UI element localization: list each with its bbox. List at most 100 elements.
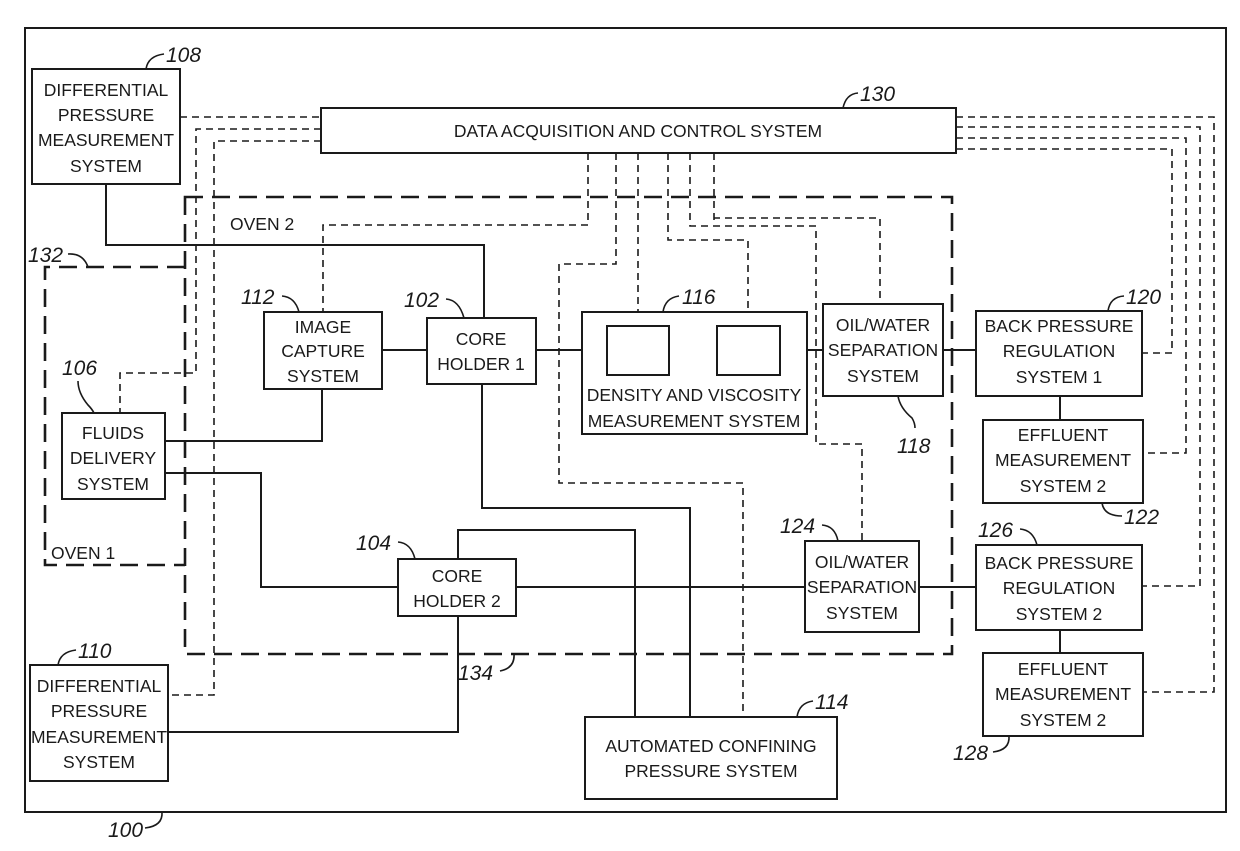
fluids-label-line: DELIVERY [70,448,157,468]
daq-to-image-signal [322,153,589,312]
leader-106 [77,380,95,414]
fluids-to-core2-line [165,472,398,588]
ref-126: 126 [978,519,1013,542]
ref-118: 118 [897,435,931,458]
bpr2-label-line: BACK PRESSURE [985,553,1134,573]
core-holder-2-block: CORE HOLDER 2 [397,558,517,617]
dp1-label-line: SYSTEM [70,156,142,176]
effluent-1-block: EFFLUENT MEASUREMENT SYSTEM 2 [982,419,1144,504]
dp1-label-line: PRESSURE [58,105,154,125]
density-viscosity-block: DENSITY AND VISCOSITY MEASUREMENT SYSTEM [581,311,808,435]
core1-label-line: HOLDER 1 [437,354,525,374]
leader-118 [897,395,916,429]
ref-120: 120 [1126,286,1161,309]
ref-122: 122 [1124,506,1159,529]
back-pressure-2-block: BACK PRESSURE REGULATION SYSTEM 2 [975,544,1143,631]
ref-128: 128 [953,742,988,765]
leader-108 [145,53,165,70]
ref-134: 134 [458,662,493,685]
image-label-line: CAPTURE [281,341,365,361]
bpr2-label-line: SYSTEM 2 [1016,604,1103,624]
bpr2-label-line: REGULATION [1003,578,1115,598]
daq-label: DATA ACQUISITION AND CONTROL SYSTEM [454,121,822,141]
ows2-label-line: SEPARATION [807,577,917,597]
image-label-line: SYSTEM [287,366,359,386]
eff2-label-line: SYSTEM 2 [1020,710,1107,730]
bpr1-label-line: REGULATION [1003,341,1115,361]
acps-label-line: PRESSURE SYSTEM [624,761,797,781]
ref-114: 114 [815,691,848,714]
daq-to-ows1-signal [713,153,881,304]
dp2-label-line: DIFFERENTIAL [37,676,162,696]
image-capture-block: IMAGE CAPTURE SYSTEM [263,311,383,390]
core-holder-1-block: CORE HOLDER 1 [426,317,537,385]
dp1-block: DIFFERENTIAL PRESSURE MEASUREMENT SYSTEM [31,68,181,185]
leader-114 [796,700,814,718]
ows2-label-line: SYSTEM [826,603,898,623]
ref-100: 100 [108,819,143,842]
eff1-label-line: SYSTEM 2 [1020,476,1107,496]
leader-126 [1019,528,1038,546]
core2-to-dp2-line [168,616,459,733]
eff1-label-line: EFFLUENT [1018,425,1109,445]
core-holder-1-box [426,317,537,385]
leader-134 [499,653,515,672]
bpr1-label-line: SYSTEM 1 [1016,367,1103,387]
oil-water-sep-2-block: OIL/WATER SEPARATION SYSTEM [804,540,920,633]
dp2-label-line: PRESSURE [51,701,147,721]
back-pressure-1-block: BACK PRESSURE REGULATION SYSTEM 1 [975,310,1143,397]
system-block-diagram: OVEN 2 OVEN 1 DATA ACQUISITION AND CONTR… [24,27,1227,842]
fluids-label-line: FLUIDS [82,423,144,443]
dp1-label-line: DIFFERENTIAL [44,80,169,100]
viscosity-sensor-box [716,325,781,376]
ref-132: 132 [28,244,63,267]
dp1-label-line: MEASUREMENT [38,130,174,150]
core2-label-line: CORE [432,566,483,586]
fluids-label-line: SYSTEM [77,474,149,494]
ref-108: 108 [166,44,201,67]
core2-label-line: HOLDER 2 [413,591,501,611]
leader-102 [445,298,465,319]
leader-116 [662,295,680,313]
oven-2-label: OVEN 2 [230,214,294,234]
ows1-label-line: SEPARATION [828,340,938,360]
acps-label-line: AUTOMATED CONFINING [605,736,816,756]
leader-130 [842,92,859,109]
leader-120 [1107,295,1125,312]
density-sensor-box [606,325,670,376]
ref-124: 124 [780,515,815,538]
ows2-label-line: OIL/WATER [815,552,909,572]
effluent-2-block: EFFLUENT MEASUREMENT SYSTEM 2 [982,652,1144,737]
flow-lines [105,184,1061,733]
leader-122 [1101,502,1123,517]
dp2-block: DIFFERENTIAL PRESSURE MEASUREMENT SYSTEM [29,664,169,782]
dp2-label-line: SYSTEM [63,752,135,772]
fluids-to-image-line [165,389,323,442]
ref-104: 104 [356,532,391,555]
confining-pressure-block: AUTOMATED CONFINING PRESSURE SYSTEM [584,716,838,800]
eff1-label-line: MEASUREMENT [995,450,1131,470]
dp2-label-line: MEASUREMENT [31,727,167,747]
leader-100 [144,811,163,829]
leader-132 [67,253,89,268]
core1-label-line: CORE [456,329,507,349]
leader-124 [821,524,839,542]
ref-106: 106 [62,357,97,380]
leader-110 [57,649,77,666]
daq-block: DATA ACQUISITION AND CONTROL SYSTEM [320,107,957,154]
leader-112 [281,295,300,313]
eff2-label-line: MEASUREMENT [995,684,1131,704]
density-label-line: MEASUREMENT SYSTEM [588,411,801,431]
bpr1-label-line: BACK PRESSURE [985,316,1134,336]
oven-1-label: OVEN 1 [51,543,115,563]
fluids-delivery-block: FLUIDS DELIVERY SYSTEM [61,412,166,500]
image-label-line: IMAGE [295,317,351,337]
ref-130: 130 [860,83,895,106]
ows1-label-line: SYSTEM [847,366,919,386]
density-label-line: DENSITY AND VISCOSITY [587,385,802,405]
ref-110: 110 [78,640,112,663]
confining-pressure-box [584,716,838,800]
ref-116: 116 [682,286,716,309]
oil-water-sep-1-block: OIL/WATER SEPARATION SYSTEM [822,303,944,397]
ref-102: 102 [404,289,439,312]
